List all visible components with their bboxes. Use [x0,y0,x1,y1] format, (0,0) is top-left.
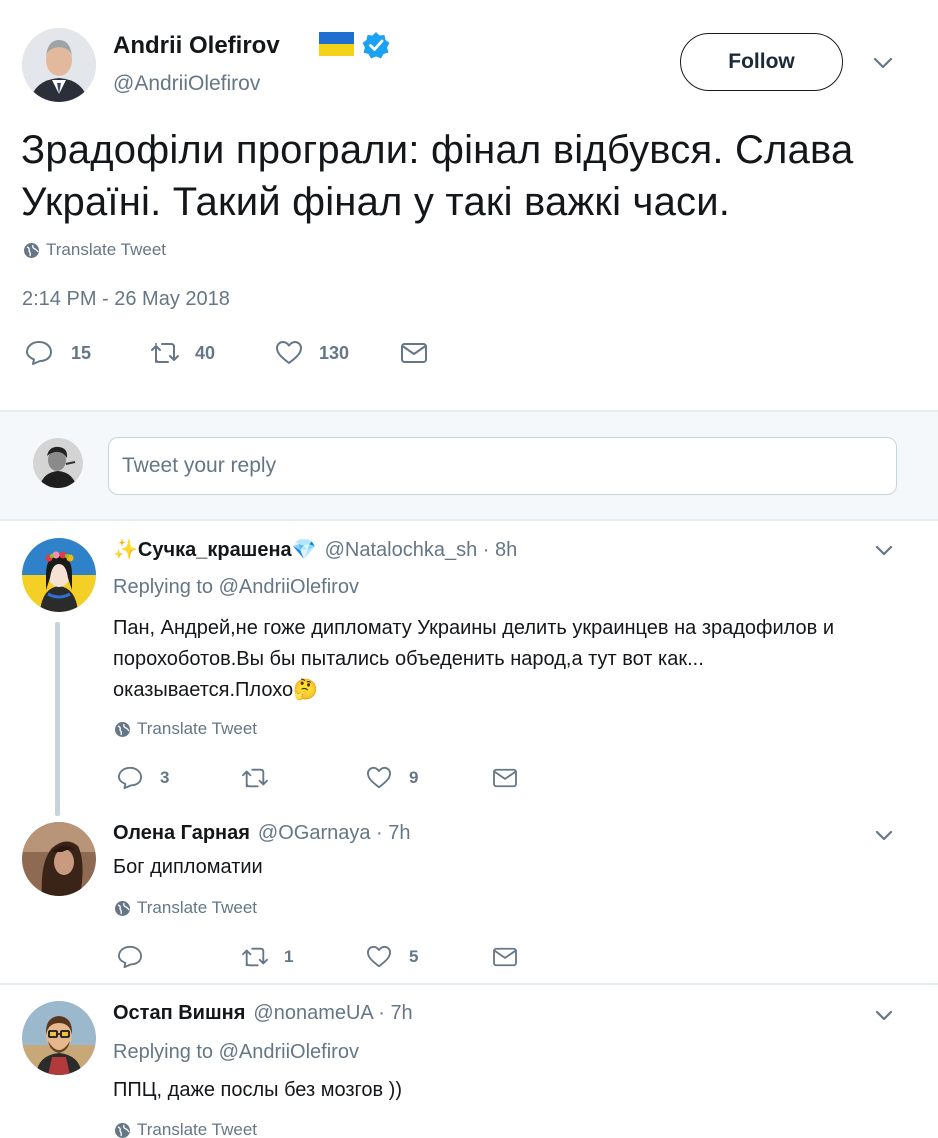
reply-1-like-action[interactable]: 9 [366,766,418,790]
chevron-down-icon[interactable] [871,53,895,73]
direct-message-icon[interactable] [492,946,518,968]
translate-label: Translate Tweet [137,719,258,738]
reply-3-header: Остап Вишня @nonameUA · 7h [113,1002,413,1025]
retweet-icon [149,340,181,366]
reply-3-avatar[interactable] [22,1001,96,1075]
follow-button[interactable]: Follow [680,33,843,91]
reply-1-author-handle[interactable]: @Natalochka_sh · 8h [325,539,518,562]
reply-1-reply-count: 3 [160,768,170,787]
reply-icon [117,945,143,969]
reply-2-retweet-action[interactable]: 1 [240,945,293,969]
reply-1-like-count: 9 [409,768,419,787]
reply-3-author-handle[interactable]: @nonameUA · 7h [253,1002,412,1025]
author-name[interactable]: Andrii Olefirov [113,32,280,60]
retweet-count: 40 [195,342,216,363]
chevron-down-icon[interactable] [873,827,895,845]
retweet-icon [240,766,270,790]
heart-icon [366,945,392,969]
globe-icon [114,900,131,917]
globe-icon [23,242,40,259]
like-action[interactable]: 130 [275,340,349,366]
reply-2-like-count: 5 [409,947,419,966]
reply-1-retweet-action[interactable] [240,766,284,790]
thread-connector [55,622,60,816]
reply-count: 15 [71,342,92,363]
reply-icon [117,766,143,790]
reply-2-reply-action[interactable] [117,945,160,969]
tweet-text-line-2: Україні. Такий фінал у такі важкі часи. [21,180,731,224]
direct-message-icon[interactable] [400,341,428,365]
reply-1-translate-link[interactable]: Translate Tweet [114,719,257,739]
verified-badge-icon [362,31,390,59]
reply-1-avatar[interactable] [22,538,96,612]
tweet-text-line-1: Зрадофіли програли: фінал відбувся. Слав… [21,128,854,172]
chevron-down-icon[interactable] [873,1007,895,1025]
reply-input[interactable]: Tweet your reply [108,437,897,495]
reply-2-avatar[interactable] [22,822,96,896]
retweet-icon [240,945,270,969]
author-avatar[interactable] [22,28,96,102]
user-avatar[interactable] [33,438,83,488]
globe-icon [114,721,131,738]
tweet-timestamp[interactable]: 2:14 PM - 26 May 2018 [22,288,230,311]
author-handle[interactable]: @AndriiOlefirov [113,72,260,96]
translate-tweet-link[interactable]: Translate Tweet [23,240,166,260]
reply-1-text-line-1: Пан, Андрей,не гоже дипломату Украины де… [113,617,835,639]
composer-divider [0,519,938,521]
reply-1-text-line-3: оказывается.Плохо🤔 [113,679,319,701]
reply-2-text: Бог дипломатии [113,856,263,878]
reply-2-like-action[interactable]: 5 [366,945,418,969]
reply-2-header: Олена Гарная @OGarnaya · 7h [113,822,411,845]
direct-message-icon[interactable] [492,767,518,789]
translate-label: Translate Tweet [137,1120,258,1138]
heart-icon [275,340,303,366]
reply-2-retweet-count: 1 [284,947,294,966]
translate-label: Translate Tweet [137,898,258,917]
reply-divider [0,983,938,985]
reply-2-author-name[interactable]: Олена Гарная [113,822,250,845]
reply-action[interactable]: 15 [25,340,91,366]
like-count: 130 [319,342,350,363]
reply-1-text-line-2: порохоботов.Вы бы пытались объеденить на… [113,648,704,670]
reply-1-replying-to[interactable]: Replying to @AndriiOlefirov [113,576,359,599]
reply-1-reply-action[interactable]: 3 [117,766,169,790]
reply-1-author-name[interactable]: ✨Сучка_крашена💎 [113,537,317,562]
reply-2-translate-link[interactable]: Translate Tweet [114,898,257,918]
reply-3-text: ППЦ, даже послы без мозгов )) [113,1079,403,1101]
globe-icon [114,1122,131,1138]
reply-3-translate-link[interactable]: Translate Tweet [114,1120,257,1138]
reply-3-author-name[interactable]: Остап Вишня [113,1002,245,1025]
ukraine-flag-icon [319,32,354,56]
heart-icon [366,766,392,790]
reply-3-replying-to[interactable]: Replying to @AndriiOlefirov [113,1041,359,1064]
reply-2-author-handle[interactable]: @OGarnaya · 7h [258,822,411,845]
retweet-action[interactable]: 40 [149,340,215,366]
reply-placeholder: Tweet your reply [122,454,277,477]
chevron-down-icon[interactable] [873,542,895,560]
reply-1-header: ✨Сучка_крашена💎 @Natalochka_sh · 8h [113,537,517,562]
reply-icon [25,340,53,366]
translate-label: Translate Tweet [46,240,167,259]
